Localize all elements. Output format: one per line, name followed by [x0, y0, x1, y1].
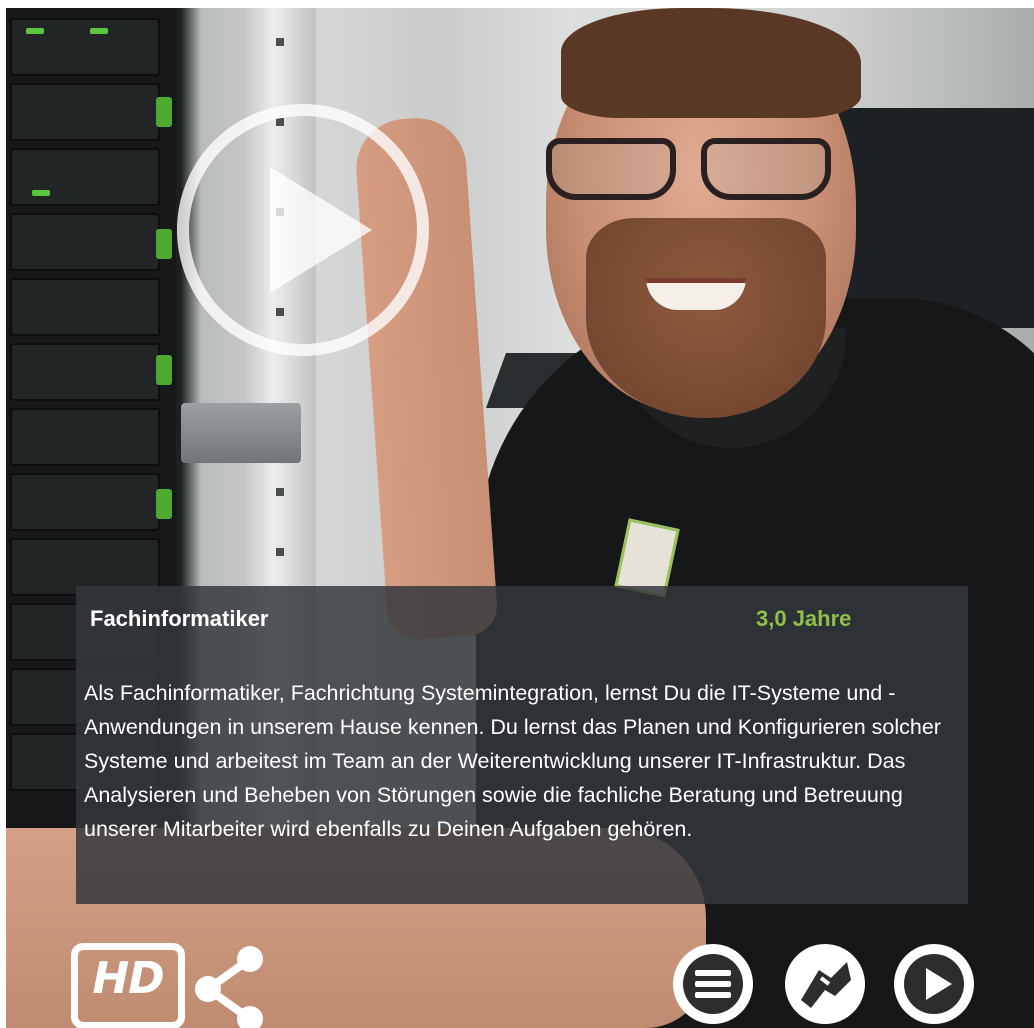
play-icon[interactable]	[890, 940, 978, 1028]
hd-label: HD	[92, 953, 164, 1004]
rack-unit	[10, 213, 172, 271]
background-monitor	[834, 108, 1034, 328]
person-beard	[586, 218, 826, 418]
job-info-panel: Fachinformatiker 3,0 Jahre Als Fachinfor…	[76, 586, 968, 904]
play-circle-icon[interactable]	[177, 104, 429, 356]
person-hair	[561, 8, 861, 118]
rack-unit	[10, 343, 172, 401]
rack-unit	[10, 148, 160, 206]
job-title: Fachinformatiker	[90, 606, 269, 631]
rack-unit	[10, 408, 160, 466]
rail-hole	[276, 488, 284, 496]
rack-unit	[10, 473, 172, 531]
hd-button[interactable]: HD	[71, 943, 185, 1028]
rack-bracket	[181, 403, 301, 463]
job-description: Als Fachinformatiker, Fachrichtung Syste…	[84, 681, 941, 841]
menu-icon[interactable]	[669, 940, 757, 1028]
person-glasses	[541, 138, 841, 208]
stethoscope-icon[interactable]	[781, 940, 869, 1028]
job-duration: 3,0 Jahre	[756, 606, 852, 631]
share-icon[interactable]	[194, 943, 264, 1028]
rail-hole	[276, 548, 284, 556]
video-player[interactable]: Fachinformatiker 3,0 Jahre Als Fachinfor…	[6, 8, 1034, 1028]
rack-unit	[10, 18, 160, 76]
rack-unit	[10, 83, 172, 141]
rack-unit	[10, 278, 160, 336]
rail-hole	[276, 38, 284, 46]
